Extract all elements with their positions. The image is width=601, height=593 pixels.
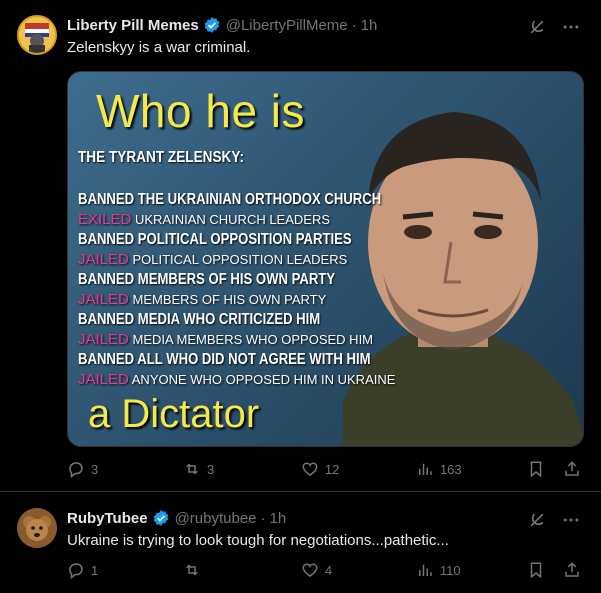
views-count: 110 [439,562,461,578]
post-text: Zelenskyy is a war criminal. [67,39,251,56]
heart-icon [302,462,318,476]
views-icon [418,564,432,576]
meme-footer: a Dictator [88,392,260,436]
views-button[interactable]: 110 [416,561,527,579]
meme-line-text: MEMBERS OF HIS OWN PARTY [137,271,336,288]
like-count: 4 [324,562,333,578]
meme-line-text: ANYONE WHO OPPOSED HIM IN UKRAINE [131,372,396,387]
reply-count: 3 [91,461,99,477]
timestamp[interactable]: 1h [361,17,378,34]
post-top-icons [527,17,581,37]
display-name[interactable]: Liberty Pill Memes [67,17,199,34]
post[interactable]: RubyTubee @rubytubee · 1h Ukraine is try… [0,493,601,593]
meme-line: BANNED POLITICAL OPPOSITION PARTIES [78,230,381,250]
reply-icon [69,462,83,478]
meme-subtitle: THE TYRANT ZELENSKY: [78,149,244,166]
post-header: Liberty Pill Memes @LibertyPillMeme · 1h [67,16,377,34]
verified-badge-icon [153,510,168,526]
separator-dot: · [351,16,357,34]
avatar[interactable] [17,15,57,55]
meme-line: BANNED THE UKRAINIAN ORTHODOX CHURCH [78,190,381,210]
reply-icon [69,563,83,579]
post-top-icons [527,510,581,530]
meme-line: BANNED MEDIA WHO CRITICIZED HIM [78,310,381,330]
repost-icon [186,564,198,576]
meme-lines: BANNED THE UKRAINIAN ORTHODOX CHURCH EXIL… [78,190,448,390]
action-bar: 1 4 110 [67,561,581,579]
meme-line-text: POLITICAL OPPOSITION PARTIES [137,231,352,248]
more-icon[interactable] [561,17,581,37]
post-text: Ukraine is trying to look tough for nego… [67,532,449,549]
meme-line-keyword: JAILED [78,331,129,348]
display-name[interactable]: RubyTubee [67,510,148,527]
repost-button[interactable] [183,561,301,579]
views-button[interactable]: 163 [416,460,527,478]
meme-line-keyword: JAILED [78,371,129,388]
meme-line-keyword: BANNED [78,191,135,208]
views-count: 163 [439,461,462,477]
post-header: RubyTubee @rubytubee · 1h [67,509,286,527]
meme-line: EXILED UKRAINIAN CHURCH LEADERS [78,210,448,230]
repost-icon [186,463,198,475]
repost-button[interactable]: 3 [183,460,301,478]
like-count: 12 [324,461,340,477]
meme-line-keyword: BANNED [78,351,135,368]
meme-line: JAILED MEMBERS OF HIS OWN PARTY [78,290,448,310]
meme-line: BANNED MEMBERS OF HIS OWN PARTY [78,270,381,290]
avatar[interactable] [17,508,57,548]
meme-line-text: UKRAINIAN CHURCH LEADERS [134,212,331,227]
meme-line-keyword: BANNED [78,231,135,248]
meme-line-keyword: JAILED [78,291,129,308]
share-icon[interactable] [563,460,581,478]
grok-icon[interactable] [527,510,547,530]
bookmark-icon[interactable] [527,460,545,478]
verified-badge-icon [204,17,219,33]
meme-line-text: MEDIA MEMBERS WHO OPPOSED HIM [132,332,374,347]
meme-line-keyword: BANNED [78,271,135,288]
heart-icon [302,563,318,577]
reply-button[interactable]: 3 [67,460,183,478]
meme-line-keyword: BANNED [78,311,135,328]
meme-line-text: MEDIA WHO CRITICIZED HIM [137,311,321,328]
timestamp[interactable]: 1h [270,510,287,527]
reply-count: 1 [91,562,99,578]
meme-line-text: MEMBERS OF HIS OWN PARTY [132,292,327,307]
like-button[interactable]: 4 [301,561,416,579]
views-icon [418,463,432,475]
meme-line: JAILED ANYONE WHO OPPOSED HIM IN UKRAINE [78,370,448,390]
bookmark-share-group [527,561,581,579]
repost-count: 3 [206,461,215,477]
separator-dot: · [260,509,266,527]
handle[interactable]: @LibertyPillMeme [226,17,348,34]
meme-line: BANNED ALL WHO DID NOT AGREE WITH HIM [78,350,381,370]
meme-line: JAILED MEDIA MEMBERS WHO OPPOSED HIM [78,330,448,350]
grok-icon[interactable] [527,17,547,37]
handle[interactable]: @rubytubee [175,510,257,527]
meme-line-keyword: JAILED [78,251,129,268]
bookmark-share-group [527,460,581,478]
bookmark-icon[interactable] [527,561,545,579]
meme-line: JAILED POLITICAL OPPOSITION LEADERS [78,250,448,270]
action-bar: 3 3 12 163 [67,460,581,478]
reply-button[interactable]: 1 [67,561,183,579]
meme-line-text: THE UKRAINIAN ORTHODOX CHURCH [137,191,382,208]
share-icon[interactable] [563,561,581,579]
like-button[interactable]: 12 [301,460,416,478]
meme-line-text: POLITICAL OPPOSITION LEADERS [132,252,348,267]
post-image[interactable]: Who he is THE TYRANT ZELENSKY: BANNED TH… [67,71,584,447]
post[interactable]: Liberty Pill Memes @LibertyPillMeme · 1h… [0,0,601,492]
meme-title: Who he is [96,85,306,137]
meme-line-text: ALL WHO DID NOT AGREE WITH HIM [137,351,371,368]
meme-line-keyword: EXILED [78,211,132,228]
more-icon[interactable] [561,510,581,530]
